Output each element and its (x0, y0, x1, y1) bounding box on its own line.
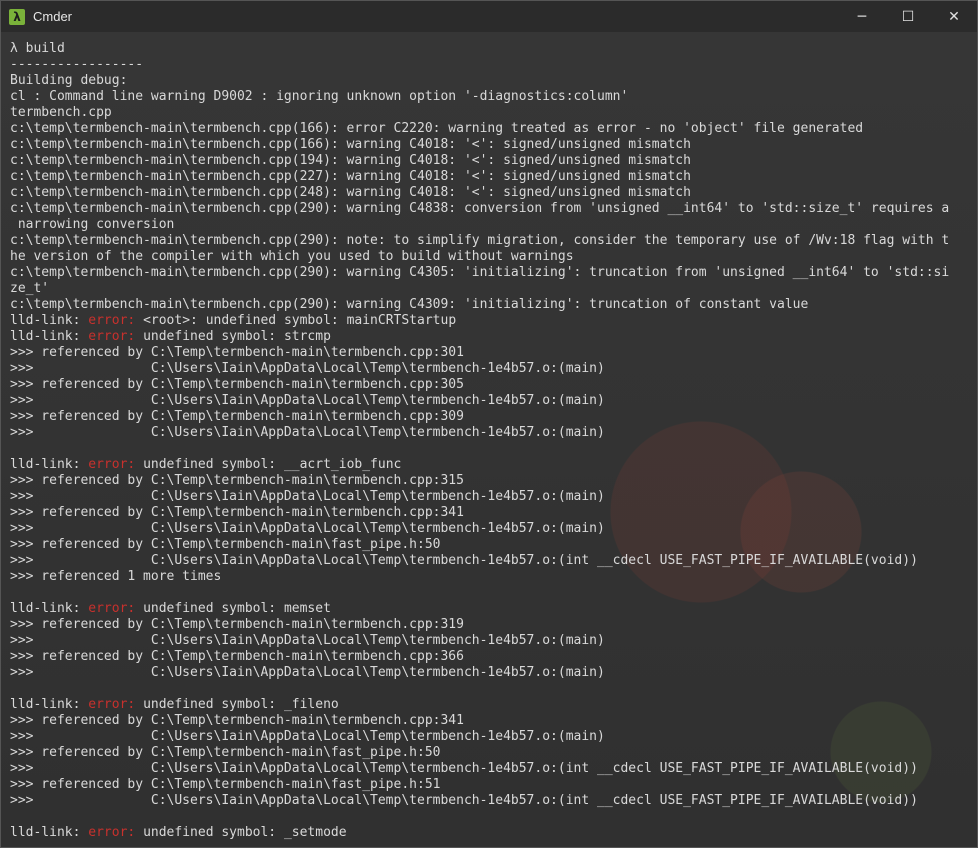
terminal-line: >>> C:\Users\Iain\AppData\Local\Temp\ter… (10, 425, 605, 440)
terminal-line: >>> C:\Users\Iain\AppData\Local\Temp\ter… (10, 761, 918, 776)
terminal-line: c:\temp\termbench-main\termbench.cpp(290… (10, 265, 950, 280)
error-message: undefined symbol: _fileno (135, 697, 339, 712)
terminal-line: >>> C:\Users\Iain\AppData\Local\Temp\ter… (10, 489, 605, 504)
terminal-line: >>> referenced by C:\Temp\termbench-main… (10, 505, 464, 520)
terminal-output[interactable]: λ build ----------------- Building debug: c… (1, 32, 977, 847)
terminal-line: >>> referenced by C:\Temp\termbench-main… (10, 473, 464, 488)
terminal-line: >>> referenced by C:\Temp\termbench-main… (10, 377, 464, 392)
terminal-line: c:\temp\termbench-main\termbench.cpp(290… (10, 233, 950, 248)
linker-prefix: lld-link: (10, 329, 89, 344)
error-label: error: (88, 825, 136, 840)
terminal-line: lld-link: error: undefined symbol: _setm… (10, 825, 977, 841)
terminal-line: >>> referenced by C:\Temp\termbench-main… (10, 745, 441, 760)
terminal-line: >>> C:\Users\Iain\AppData\Local\Temp\ter… (10, 633, 605, 648)
terminal-line: >>> C:\Users\Iain\AppData\Local\Temp\ter… (10, 665, 605, 680)
terminal-line: >>> C:\Users\Iain\AppData\Local\Temp\ter… (10, 361, 605, 376)
terminal-line: ze_t' (10, 281, 50, 296)
terminal-line: lld-link: error: undefined symbol: memse… (10, 601, 977, 617)
error-message: undefined symbol: __acrt_iob_func (135, 457, 402, 472)
terminal-line: lld-link: error: undefined symbol: __acr… (10, 457, 977, 473)
terminal-line: termbench.cpp (10, 105, 112, 120)
minimize-icon[interactable]: ─ (839, 1, 885, 32)
error-label: error: (88, 601, 136, 616)
error-label: error: (88, 697, 136, 712)
terminal-line: >>> referenced by C:\Temp\termbench-main… (10, 649, 464, 664)
terminal-line: >>> referenced by C:\Temp\termbench-main… (10, 537, 441, 552)
terminal-line: >>> referenced by C:\Temp\termbench-main… (10, 345, 464, 360)
terminal-line: >>> C:\Users\Iain\AppData\Local\Temp\ter… (10, 393, 605, 408)
terminal-line: >>> referenced 1 more times (10, 569, 222, 584)
terminal-line: λ build (10, 41, 65, 56)
terminal-line: c:\temp\termbench-main\termbench.cpp(166… (10, 121, 864, 136)
terminal-line: c:\temp\termbench-main\termbench.cpp(194… (10, 153, 691, 168)
terminal-line: lld-link: error: undefined symbol: strcm… (10, 329, 977, 345)
error-message: undefined symbol: strcmp (135, 329, 331, 344)
close-icon[interactable]: ✕ (931, 1, 977, 32)
terminal-line: >>> referenced by C:\Temp\termbench-main… (10, 777, 441, 792)
linker-prefix: lld-link: (10, 697, 89, 712)
terminal-line: c:\temp\termbench-main\termbench.cpp(290… (10, 297, 809, 312)
terminal-line: Building debug: (10, 73, 128, 88)
terminal-line: >>> referenced by C:\Temp\termbench-main… (10, 617, 464, 632)
terminal-line: ----------------- (10, 57, 144, 72)
terminal-line: lld-link: error: undefined symbol: _file… (10, 697, 977, 713)
cmder-window: λ Cmder ─ ☐ ✕ λ build ----------------- Bu… (0, 0, 978, 848)
terminal-line: >>> C:\Users\Iain\AppData\Local\Temp\ter… (10, 729, 605, 744)
linker-prefix: lld-link: (10, 601, 89, 616)
maximize-icon[interactable]: ☐ (885, 1, 931, 32)
terminal-line: c:\temp\termbench-main\termbench.cpp(166… (10, 137, 691, 152)
terminal-line: lld-link: error: <root>: undefined symbo… (10, 313, 977, 329)
terminal-line: >>> referenced by C:\Temp\termbench-main… (10, 409, 464, 424)
error-label: error: (88, 313, 136, 328)
terminal-line: he version of the compiler with which yo… (10, 249, 574, 264)
linker-prefix: lld-link: (10, 457, 89, 472)
terminal-line: >>> referenced by C:\Temp\termbench-main… (10, 713, 464, 728)
terminal-line: c:\temp\termbench-main\termbench.cpp(248… (10, 185, 691, 200)
terminal-line: cl : Command line warning D9002 : ignori… (10, 89, 629, 104)
terminal-line: c:\temp\termbench-main\termbench.cpp(227… (10, 169, 691, 184)
error-message: undefined symbol: _setmode (135, 825, 347, 840)
linker-prefix: lld-link: (10, 825, 89, 840)
title-bar[interactable]: λ Cmder ─ ☐ ✕ (1, 1, 977, 32)
cmder-lambda-icon: λ (9, 8, 25, 25)
error-message: <root>: undefined symbol: mainCRTStartup (135, 313, 457, 328)
terminal-line: narrowing conversion (10, 217, 175, 232)
error-label: error: (88, 457, 136, 472)
window-title: Cmder (33, 9, 73, 24)
error-label: error: (88, 329, 136, 344)
linker-prefix: lld-link: (10, 313, 89, 328)
terminal-line: >>> C:\Users\Iain\AppData\Local\Temp\ter… (10, 553, 918, 568)
terminal-line: >>> C:\Users\Iain\AppData\Local\Temp\ter… (10, 521, 605, 536)
error-message: undefined symbol: memset (135, 601, 331, 616)
terminal-line: c:\temp\termbench-main\termbench.cpp(290… (10, 201, 950, 216)
terminal-line: >>> C:\Users\Iain\AppData\Local\Temp\ter… (10, 793, 918, 808)
